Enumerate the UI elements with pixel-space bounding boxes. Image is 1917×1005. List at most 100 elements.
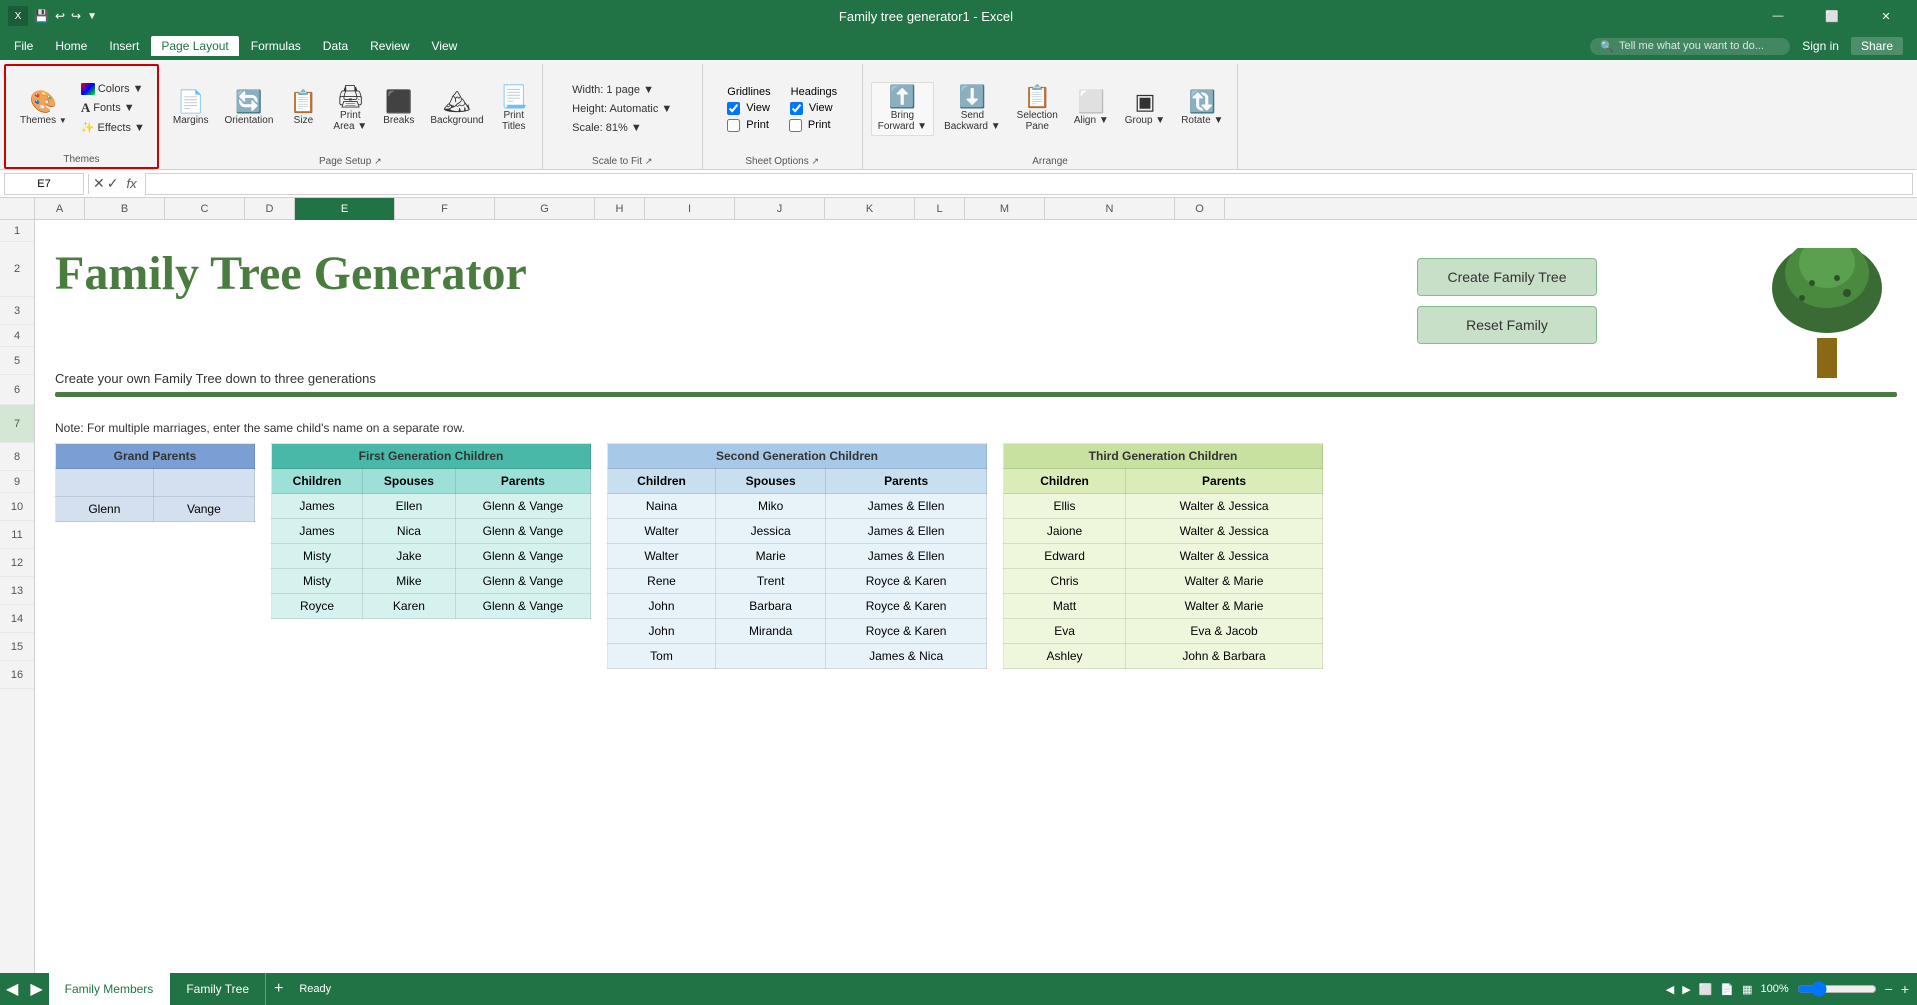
print-area-button[interactable]: 🖨 PrintArea ▼ bbox=[327, 83, 373, 135]
row-num-12[interactable]: 12 bbox=[0, 549, 34, 577]
row-num-7[interactable]: 7 bbox=[0, 405, 34, 443]
sg-spouse-6[interactable]: Miranda bbox=[716, 619, 826, 644]
size-button[interactable]: 📋 Size bbox=[283, 88, 323, 129]
close-button[interactable]: ✕ bbox=[1863, 0, 1909, 32]
col-header-k[interactable]: K bbox=[825, 198, 915, 220]
fg-parent-5[interactable]: Glenn & Vange bbox=[455, 594, 590, 619]
cell-reference-box[interactable] bbox=[4, 173, 84, 195]
customize-icon[interactable]: ▼ bbox=[87, 11, 97, 22]
print-titles-button[interactable]: 📃 PrintTitles bbox=[494, 83, 534, 135]
cancel-formula-icon[interactable]: ✕ bbox=[93, 175, 105, 192]
menu-data[interactable]: Data bbox=[313, 36, 358, 56]
col-header-j[interactable]: J bbox=[735, 198, 825, 220]
tg-parent-1[interactable]: Walter & Jessica bbox=[1126, 494, 1323, 519]
scroll-tabs-right[interactable]: ▶ bbox=[24, 979, 48, 999]
selection-pane-button[interactable]: 📋 SelectionPane bbox=[1011, 83, 1064, 135]
send-backward-button[interactable]: ⬇️ SendBackward ▼ bbox=[938, 83, 1007, 135]
bring-forward-button[interactable]: ⬆️ BringForward ▼ bbox=[871, 82, 934, 136]
sg-parent-6[interactable]: Royce & Karen bbox=[826, 619, 987, 644]
col-header-n[interactable]: N bbox=[1045, 198, 1175, 220]
row-num-6[interactable]: 6 bbox=[0, 375, 34, 405]
fg-spouse-4[interactable]: Mike bbox=[363, 569, 456, 594]
height-control[interactable]: Height: Automatic ▼ bbox=[568, 101, 676, 117]
tg-child-7[interactable]: Ashley bbox=[1004, 644, 1126, 669]
sg-spouse-2[interactable]: Jessica bbox=[716, 519, 826, 544]
sheet-tab-family-tree[interactable]: Family Tree bbox=[170, 973, 266, 1005]
headings-view-checkbox[interactable] bbox=[790, 102, 803, 115]
tg-parent-4[interactable]: Walter & Marie bbox=[1126, 569, 1323, 594]
layout-break-icon[interactable]: ▦ bbox=[1742, 983, 1752, 996]
menu-insert[interactable]: Insert bbox=[99, 36, 149, 56]
tg-child-1[interactable]: Ellis bbox=[1004, 494, 1126, 519]
group-button[interactable]: ▣ Group ▼ bbox=[1119, 88, 1171, 129]
fg-spouse-1[interactable]: Ellen bbox=[363, 494, 456, 519]
layout-normal-icon[interactable]: ⬜ bbox=[1699, 983, 1713, 996]
sg-child-2[interactable]: Walter bbox=[608, 519, 716, 544]
sg-parent-7[interactable]: James & Nica bbox=[826, 644, 987, 669]
breaks-button[interactable]: ⬛ Breaks bbox=[377, 88, 420, 129]
headings-print-checkbox[interactable] bbox=[789, 119, 802, 132]
row-num-4[interactable]: 4 bbox=[0, 325, 34, 347]
row-num-2[interactable]: 2 bbox=[0, 242, 34, 297]
row-num-16[interactable]: 16 bbox=[0, 661, 34, 689]
margins-button[interactable]: 📄 Margins bbox=[167, 88, 215, 129]
add-sheet-button[interactable]: + bbox=[266, 980, 291, 998]
share-button[interactable]: Share bbox=[1851, 37, 1903, 55]
menu-home[interactable]: Home bbox=[45, 36, 97, 56]
tg-parent-7[interactable]: John & Barbara bbox=[1126, 644, 1323, 669]
menu-formulas[interactable]: Formulas bbox=[241, 36, 311, 56]
tg-child-2[interactable]: Jaione bbox=[1004, 519, 1126, 544]
fg-child-4[interactable]: Misty bbox=[272, 569, 363, 594]
col-header-m[interactable]: M bbox=[965, 198, 1045, 220]
tg-parent-6[interactable]: Eva & Jacob bbox=[1126, 619, 1323, 644]
reset-family-button[interactable]: Reset Family bbox=[1417, 306, 1597, 344]
row-num-1[interactable]: 1 bbox=[0, 220, 34, 242]
sg-parent-3[interactable]: James & Ellen bbox=[826, 544, 987, 569]
sheet-tab-family-members[interactable]: Family Members bbox=[49, 973, 171, 1005]
fonts-button[interactable]: A Fonts ▼ bbox=[77, 98, 149, 118]
col-header-h[interactable]: H bbox=[595, 198, 645, 220]
sg-parent-5[interactable]: Royce & Karen bbox=[826, 594, 987, 619]
tg-child-5[interactable]: Matt bbox=[1004, 594, 1126, 619]
sg-child-5[interactable]: John bbox=[608, 594, 716, 619]
minimize-button[interactable]: — bbox=[1755, 0, 1801, 32]
col-header-g[interactable]: G bbox=[495, 198, 595, 220]
sign-in-link[interactable]: Sign in bbox=[1802, 39, 1839, 53]
row-num-11[interactable]: 11 bbox=[0, 521, 34, 549]
layout-page-icon[interactable]: 📄 bbox=[1720, 983, 1734, 996]
sg-spouse-5[interactable]: Barbara bbox=[716, 594, 826, 619]
background-button[interactable]: 🏔 Background bbox=[424, 88, 489, 129]
effects-button[interactable]: ✨ Effects ▼ bbox=[77, 119, 149, 136]
formula-input[interactable]: First Generation Children bbox=[145, 173, 1913, 195]
row-num-15[interactable]: 15 bbox=[0, 633, 34, 661]
row-num-5[interactable]: 5 bbox=[0, 347, 34, 375]
sg-child-6[interactable]: John bbox=[608, 619, 716, 644]
row-num-14[interactable]: 14 bbox=[0, 605, 34, 633]
sg-parent-1[interactable]: James & Ellen bbox=[826, 494, 987, 519]
tg-child-6[interactable]: Eva bbox=[1004, 619, 1126, 644]
scale-control[interactable]: Scale: 81% ▼ bbox=[568, 120, 676, 136]
fg-spouse-5[interactable]: Karen bbox=[363, 594, 456, 619]
col-header-i[interactable]: I bbox=[645, 198, 735, 220]
confirm-formula-icon[interactable]: ✓ bbox=[107, 175, 119, 192]
row-num-8[interactable]: 8 bbox=[0, 443, 34, 471]
sg-child-4[interactable]: Rene bbox=[608, 569, 716, 594]
sg-spouse-1[interactable]: Miko bbox=[716, 494, 826, 519]
menu-review[interactable]: Review bbox=[360, 36, 419, 56]
col-header-a[interactable]: A bbox=[35, 198, 85, 220]
fg-child-3[interactable]: Misty bbox=[272, 544, 363, 569]
gridlines-view-checkbox[interactable] bbox=[727, 102, 740, 115]
col-header-d[interactable]: D bbox=[245, 198, 295, 220]
col-header-c[interactable]: C bbox=[165, 198, 245, 220]
menu-view[interactable]: View bbox=[422, 36, 468, 56]
undo-icon[interactable]: ↩ bbox=[55, 9, 65, 23]
fg-parent-3[interactable]: Glenn & Vange bbox=[455, 544, 590, 569]
redo-icon[interactable]: ↪ bbox=[71, 9, 81, 23]
align-button[interactable]: ⬜ Align ▼ bbox=[1068, 88, 1115, 129]
fg-child-2[interactable]: James bbox=[272, 519, 363, 544]
col-header-l[interactable]: L bbox=[915, 198, 965, 220]
orientation-button[interactable]: 🔄 Orientation bbox=[218, 88, 279, 129]
menu-file[interactable]: File bbox=[4, 36, 43, 56]
rotate-button[interactable]: 🔃 Rotate ▼ bbox=[1175, 88, 1229, 129]
scroll-right-icon[interactable]: ▶ bbox=[1682, 983, 1690, 996]
